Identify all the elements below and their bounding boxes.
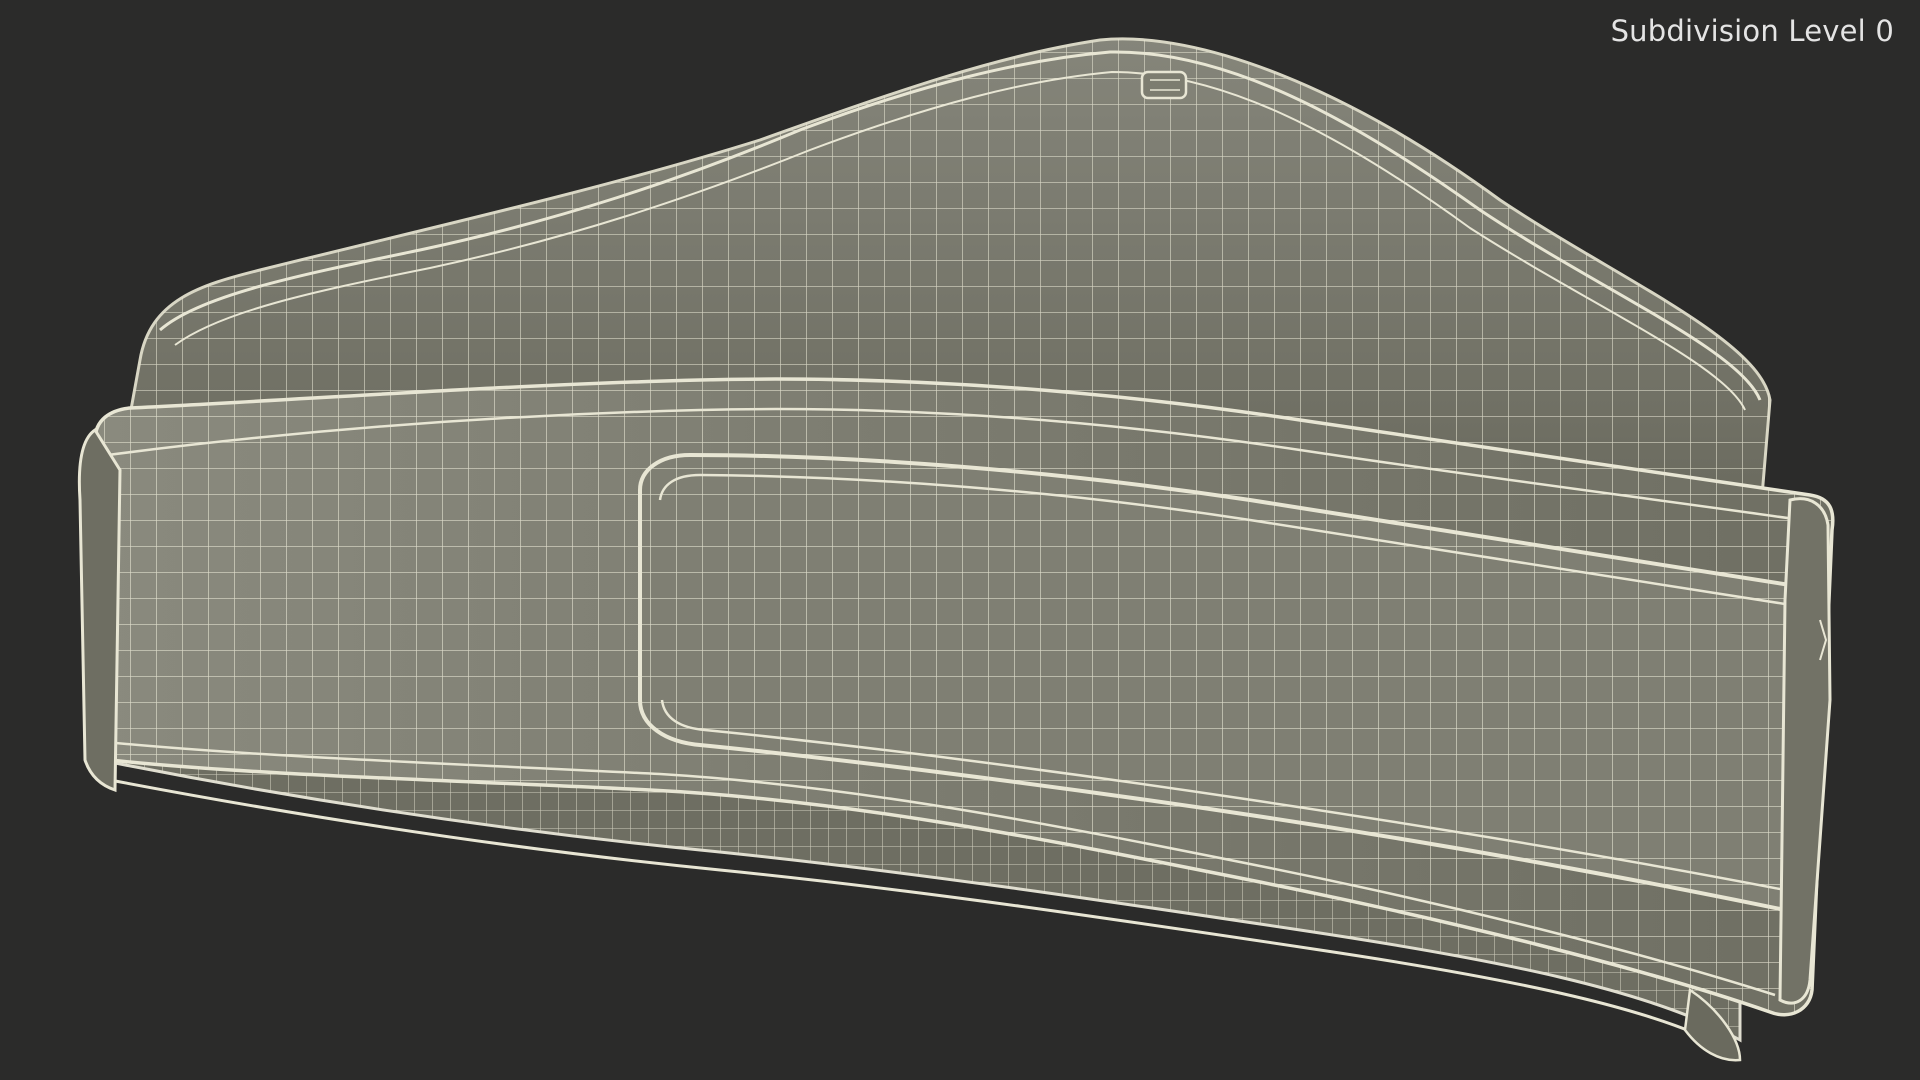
brace-end-cap [1778,497,1832,1005]
3d-viewport[interactable]: Subdivision Level 0 [0,0,1920,1080]
top-clip [1140,70,1188,100]
brace-left-side [77,427,122,793]
wireframe-render [77,37,1835,1062]
subdivision-level-label: Subdivision Level 0 [1610,14,1894,48]
